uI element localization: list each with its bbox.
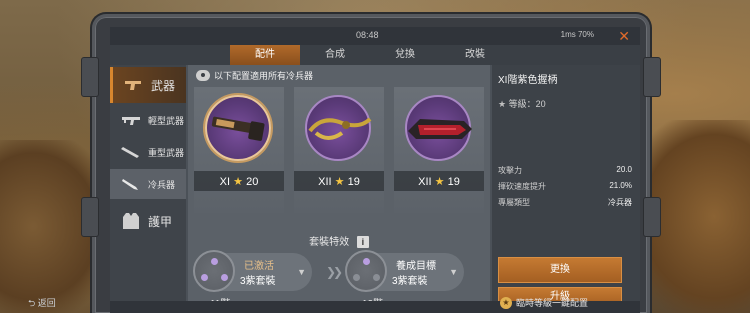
set-target-status: 養成目標	[396, 261, 436, 272]
nav-heavy-label: 重型武器	[148, 147, 185, 158]
grip-item-icon	[211, 116, 265, 141]
claw-item-icon	[308, 117, 372, 140]
star-icon: ★	[233, 176, 244, 188]
notice: 以下配置適用所有冷兵器	[196, 69, 313, 82]
stat-label: 攻擊力	[498, 166, 522, 175]
nav-light-weapon[interactable]: 輕型武器	[110, 105, 186, 135]
nav-weapon-label: 武器	[151, 78, 176, 93]
frame-bolt	[81, 57, 99, 97]
nav-light-label: 輕型武器	[148, 115, 185, 126]
nav-armor[interactable]: 護甲	[110, 203, 186, 239]
item-detail-panel: XI階紫色握柄 ★ 等級：20 攻擊力 20.0 揮砍速度提升 21.0% 專屬…	[492, 65, 640, 307]
stat-row: 揮砍速度提升 21.0%	[498, 181, 632, 192]
notice-text: 以下配置適用所有冷兵器	[214, 71, 314, 81]
set-effect-label: 套裝特效	[309, 237, 350, 248]
slot-stars: 19	[347, 176, 360, 188]
clock: 08:48	[356, 30, 379, 40]
slot-tier: XII	[418, 176, 432, 188]
vest-icon	[123, 213, 139, 229]
smg-icon	[122, 117, 140, 125]
rocket-launcher-icon	[121, 147, 139, 158]
stat-row: 攻擊力 20.0	[498, 165, 632, 176]
set-current-name: 3紫套裝	[240, 276, 276, 287]
set-target[interactable]: 養成目標 3紫套裝 ▼	[345, 250, 464, 292]
slot-stars: 19	[447, 176, 460, 188]
pistol-icon	[125, 81, 141, 90]
set-current[interactable]: 已激活 3紫套裝 ▼	[193, 250, 312, 292]
tab-exchange[interactable]: 兌換	[370, 45, 440, 65]
star-icon: ★	[334, 176, 345, 188]
accessory-slots-panel: 以下配置適用所有冷兵器 XI ★ 20 XII ★ 19 XII ★ 19 套裝…	[188, 65, 490, 310]
knife-icon	[122, 179, 138, 190]
equipment-screen: 08:48 1ms 70% ✕ 配件 合成 兌換 改裝 武器 輕型武器 重型武器	[110, 27, 640, 313]
info-icon[interactable]: i	[356, 236, 369, 248]
stat-label: 專屬類型	[498, 198, 530, 207]
accessory-slot-3[interactable]: XII ★ 19	[394, 87, 484, 213]
one-key-config-button[interactable]: ★ 臨時等級一鍵配置	[500, 296, 588, 309]
category-sidebar: 武器 輕型武器 重型武器 冷兵器 護甲	[110, 65, 186, 301]
slot-rating: XII ★ 19	[294, 175, 384, 188]
set-current-status: 已激活	[244, 261, 274, 272]
tab-bar: 配件 合成 兌換 改裝	[110, 45, 640, 65]
set-badge-icon	[193, 250, 235, 292]
nav-melee[interactable]: 冷兵器	[110, 169, 186, 199]
slot-tier: XI	[219, 176, 231, 188]
star-icon: ★	[434, 176, 445, 188]
stat-label: 揮砍速度提升	[498, 182, 546, 191]
guard-item-icon	[408, 119, 472, 139]
nav-melee-label: 冷兵器	[148, 179, 176, 190]
item-level-text: 等級：20	[508, 99, 546, 109]
frame-bolt	[81, 197, 99, 237]
set-badge-icon	[345, 250, 387, 292]
network-status: 1ms 70%	[560, 30, 594, 39]
nav-weapon[interactable]: 武器	[110, 67, 186, 103]
nav-heavy-weapon[interactable]: 重型武器	[110, 137, 186, 167]
set-effect-title: 套裝特效 i	[188, 233, 490, 248]
stat-value: 冷兵器	[608, 198, 632, 207]
stat-row: 專屬類型 冷兵器	[498, 197, 632, 208]
slot-stars: 20	[246, 176, 259, 188]
back-label: 返回	[37, 298, 56, 308]
item-level: ★ 等級：20	[498, 97, 546, 110]
stat-value: 20.0	[616, 165, 632, 174]
lightning-icon: ★	[500, 296, 512, 309]
replace-button[interactable]: 更換	[498, 257, 622, 283]
status-bar: 08:48 1ms 70% ✕	[110, 27, 640, 45]
item-title: XI階紫色握柄	[498, 75, 558, 86]
chevron-down-icon: ▼	[297, 267, 306, 277]
back-arrow-icon: ⮌	[28, 298, 36, 308]
frame-bolt	[643, 197, 661, 237]
slot-rating: XII ★ 19	[394, 175, 484, 188]
back-button[interactable]: ⮌ 返回	[28, 296, 56, 312]
chevron-down-icon: ▼	[449, 267, 458, 277]
star-icon: ★	[498, 99, 507, 109]
arrow-right-icon: ❯❯	[326, 265, 343, 279]
slot-tier: XII	[318, 176, 332, 188]
slot-rating: XI ★ 20	[194, 175, 284, 188]
tab-craft[interactable]: 合成	[300, 45, 370, 65]
one-key-label: 臨時等級一鍵配置	[516, 298, 589, 308]
nav-armor-label: 護甲	[148, 214, 173, 229]
tab-accessories[interactable]: 配件	[230, 45, 300, 65]
frame-bolt	[643, 57, 661, 97]
accessory-slot-2[interactable]: XII ★ 19	[294, 87, 384, 213]
eye-icon[interactable]	[196, 70, 210, 81]
stat-value: 21.0%	[609, 181, 632, 190]
set-target-name: 3紫套裝	[392, 276, 428, 287]
close-button[interactable]: ✕	[618, 28, 630, 45]
tab-modify[interactable]: 改裝	[440, 45, 510, 65]
accessory-slot-1[interactable]: XI ★ 20	[194, 87, 284, 213]
